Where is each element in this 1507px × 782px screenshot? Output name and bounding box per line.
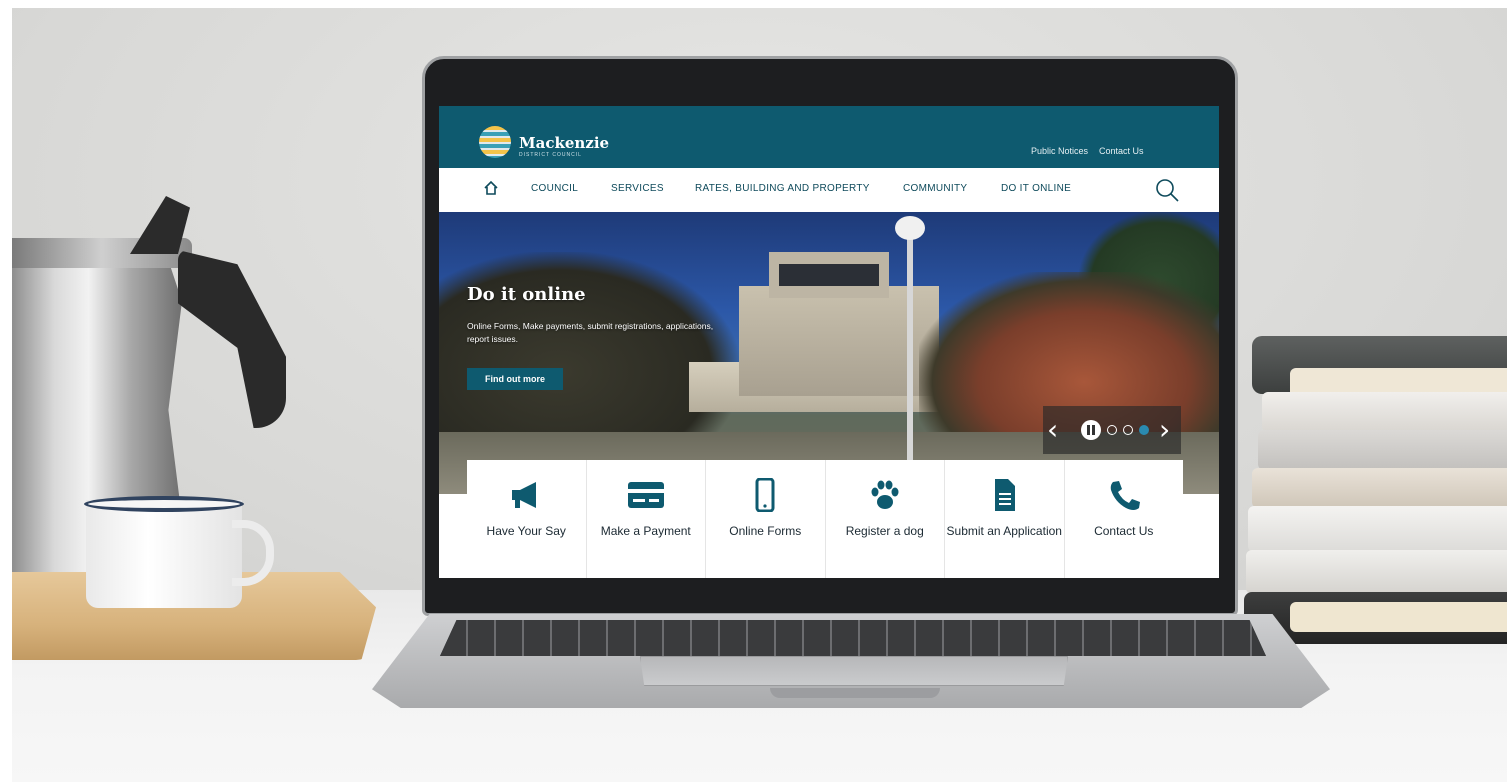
book xyxy=(1262,392,1507,432)
search-icon[interactable] xyxy=(1153,176,1181,204)
quick-link-label: Register a dog xyxy=(845,524,924,538)
megaphone-icon xyxy=(512,482,537,508)
hero-lamp xyxy=(895,216,925,240)
carousel-dot[interactable] xyxy=(1123,425,1133,435)
quick-link-online-forms[interactable]: Online Forms xyxy=(706,460,826,578)
hero-lamp-pole xyxy=(907,228,913,468)
enamel-mug-rim xyxy=(84,496,244,512)
carousel-dot-active[interactable] xyxy=(1139,425,1149,435)
frame-border-left xyxy=(0,0,12,782)
public-notices-link[interactable]: Public Notices xyxy=(1031,146,1088,156)
laptop-touchpad xyxy=(640,656,1068,686)
quick-link-have-your-say[interactable]: Have Your Say xyxy=(467,460,587,578)
nav-council[interactable]: COUNCIL xyxy=(531,183,578,194)
document-icon xyxy=(995,479,1016,511)
phone-icon xyxy=(1110,481,1140,510)
mackenzie-logo-icon[interactable] xyxy=(479,126,511,158)
hero-banner: Do it online Online Forms, Make payments… xyxy=(439,212,1219,494)
enamel-mug xyxy=(86,500,242,608)
book xyxy=(1252,468,1507,508)
book xyxy=(1258,430,1507,470)
book xyxy=(1248,506,1507,552)
hero-description: Online Forms, Make payments, submit regi… xyxy=(467,321,714,344)
mobile-icon xyxy=(755,478,775,512)
carousel-dot[interactable] xyxy=(1107,425,1117,435)
find-out-more-button[interactable]: Find out more xyxy=(467,368,563,390)
quick-link-contact-us[interactable]: Contact Us xyxy=(1065,460,1184,578)
home-icon[interactable] xyxy=(483,180,499,196)
site-brand-sub: DISTRICT COUNCIL xyxy=(519,152,582,158)
contact-us-link[interactable]: Contact Us xyxy=(1099,146,1144,156)
paw-icon xyxy=(871,480,899,509)
quick-link-label: Contact Us xyxy=(1094,524,1154,538)
main-nav: COUNCIL SERVICES RATES, BUILDING AND PRO… xyxy=(439,168,1219,212)
pause-icon[interactable] xyxy=(1081,420,1101,440)
carousel-controls: ‹ › xyxy=(1043,406,1181,454)
book xyxy=(1246,550,1507,594)
quick-link-submit-an-application[interactable]: Submit an Application xyxy=(945,460,1065,578)
card-icon xyxy=(627,482,664,508)
quick-link-make-a-payment[interactable]: Make a Payment xyxy=(587,460,706,578)
nav-do-it-online[interactable]: DO IT ONLINE xyxy=(1001,183,1071,194)
frame-border-top xyxy=(0,0,1507,8)
book-pages xyxy=(1290,602,1507,632)
quick-link-label: Online Forms xyxy=(729,524,802,538)
laptop-screen: Mackenzie DISTRICT COUNCIL Public Notice… xyxy=(439,106,1219,578)
laptop-keyboard xyxy=(440,620,1266,656)
nav-services[interactable]: SERVICES xyxy=(611,183,664,194)
quick-link-label: Have Your Say xyxy=(486,524,566,538)
site-brand[interactable]: Mackenzie xyxy=(519,134,609,152)
laptop-notch xyxy=(770,688,940,698)
quick-link-label: Submit an Application xyxy=(946,524,1062,538)
quick-link-register-a-dog[interactable]: Register a dog xyxy=(826,460,945,578)
chevron-left-icon[interactable]: ‹ xyxy=(1047,410,1065,450)
quick-link-label: Make a Payment xyxy=(600,524,691,538)
quick-links: Have Your Say Make a Payment Online Form… xyxy=(467,460,1183,578)
nav-community[interactable]: COMMUNITY xyxy=(903,183,967,194)
site-header: Mackenzie DISTRICT COUNCIL Public Notice… xyxy=(439,106,1219,168)
nav-rates-building-property[interactable]: RATES, BUILDING AND PROPERTY xyxy=(695,183,870,194)
hero-building-windows xyxy=(779,264,879,286)
hero-title: Do it online xyxy=(467,284,586,305)
chevron-right-icon[interactable]: › xyxy=(1159,410,1177,450)
